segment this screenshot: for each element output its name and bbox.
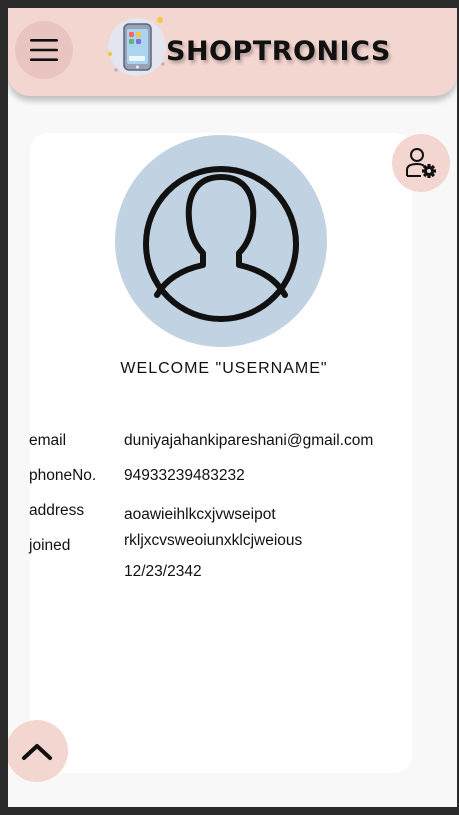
top-header: SHOPTRONICS	[8, 8, 457, 96]
menu-button[interactable]	[15, 21, 73, 79]
address-value: aoawieihlkcxjvwseipot rkljxcvsweoiunxklc…	[124, 506, 303, 549]
email-value: duniyajahankipareshani@gmail.com	[124, 432, 374, 449]
joined-label: joined	[29, 537, 71, 554]
address-label: address	[29, 502, 85, 519]
user-settings-icon	[406, 148, 436, 178]
phone-value: 94933239483232	[124, 467, 245, 484]
welcome-message: WELCOME "USERNAME"	[120, 360, 328, 377]
phone-label: phoneNo.	[29, 467, 97, 484]
joined-value: 12/23/2342	[124, 563, 202, 580]
app-viewport: SHOPTRONICS WELCOME "USERNAME" email dun…	[8, 8, 457, 807]
chevron-up-icon	[22, 744, 52, 760]
user-avatar-icon	[115, 135, 327, 347]
user-settings-button[interactable]	[392, 134, 450, 192]
email-label: email	[29, 432, 67, 449]
menu-icon	[30, 39, 58, 61]
brand-title: SHOPTRONICS	[166, 36, 391, 67]
phone-logo-icon	[107, 17, 166, 76]
scroll-up-button[interactable]	[8, 720, 68, 782]
